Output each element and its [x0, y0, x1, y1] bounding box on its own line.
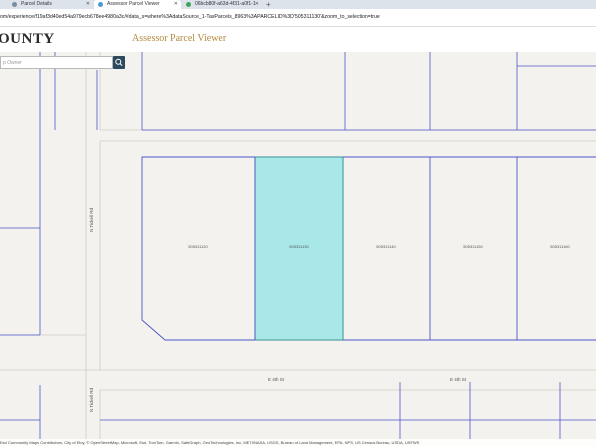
street-label-e-4th: E 4th St — [268, 377, 285, 382]
close-icon[interactable]: ✕ — [86, 0, 90, 9]
parcel-label: 505311150 — [463, 244, 483, 249]
parcel-label: 505311120 — [188, 244, 208, 249]
map-canvas[interactable]: 505311120 505311130 505311140 505311150 … — [0, 52, 596, 439]
tab-label: 06bcb80f-a63d-4f31-a0f1-1 — [195, 1, 256, 7]
tab-map-app[interactable]: 06bcb80f-a63d-4f31-a0f1-1 ✕ — [182, 0, 262, 9]
app-header: OUNTY Assessor Parcel Viewer — [0, 27, 596, 53]
street-label-n-tickell: N Tickell Rd — [89, 208, 94, 233]
tab-parcel-details[interactable]: Parcel Details ✕ — [8, 0, 93, 9]
parcel-label-selected: 505311130 — [289, 244, 309, 249]
street-label-n-tickell: N Tickell Rd — [89, 388, 94, 413]
new-tab-button[interactable]: + — [266, 0, 271, 9]
map-attribution: Esri Community Maps Contributors, City o… — [0, 439, 596, 446]
close-icon[interactable]: ✕ — [255, 0, 259, 9]
close-icon[interactable]: ✕ — [174, 0, 178, 9]
tab-label: Assessor Parcel Viewer — [107, 1, 160, 7]
tab-assessor-parcel-viewer[interactable]: Assessor Parcel Viewer ✕ — [94, 0, 181, 9]
search-input[interactable]: p Owner — [0, 56, 113, 69]
search-icon — [115, 58, 123, 67]
app-title: Assessor Parcel Viewer — [132, 33, 227, 44]
county-logo-text: OUNTY — [0, 31, 55, 47]
app-icon — [98, 2, 103, 7]
parcel-block — [141, 156, 596, 341]
street-label-e-4th: E 4th St — [450, 377, 467, 382]
globe-icon — [12, 2, 17, 7]
parcel-label: 505311140 — [376, 244, 396, 249]
address-bar[interactable]: om/experience/f19af3d40ed54a979ecb678ee4… — [0, 9, 596, 27]
map-view[interactable]: 505311120 505311130 505311140 505311150 … — [0, 52, 596, 439]
tab-label: Parcel Details — [21, 1, 52, 7]
search-button[interactable] — [113, 56, 125, 69]
parcel-label: 505311160 — [550, 244, 570, 249]
map-icon — [186, 2, 191, 7]
